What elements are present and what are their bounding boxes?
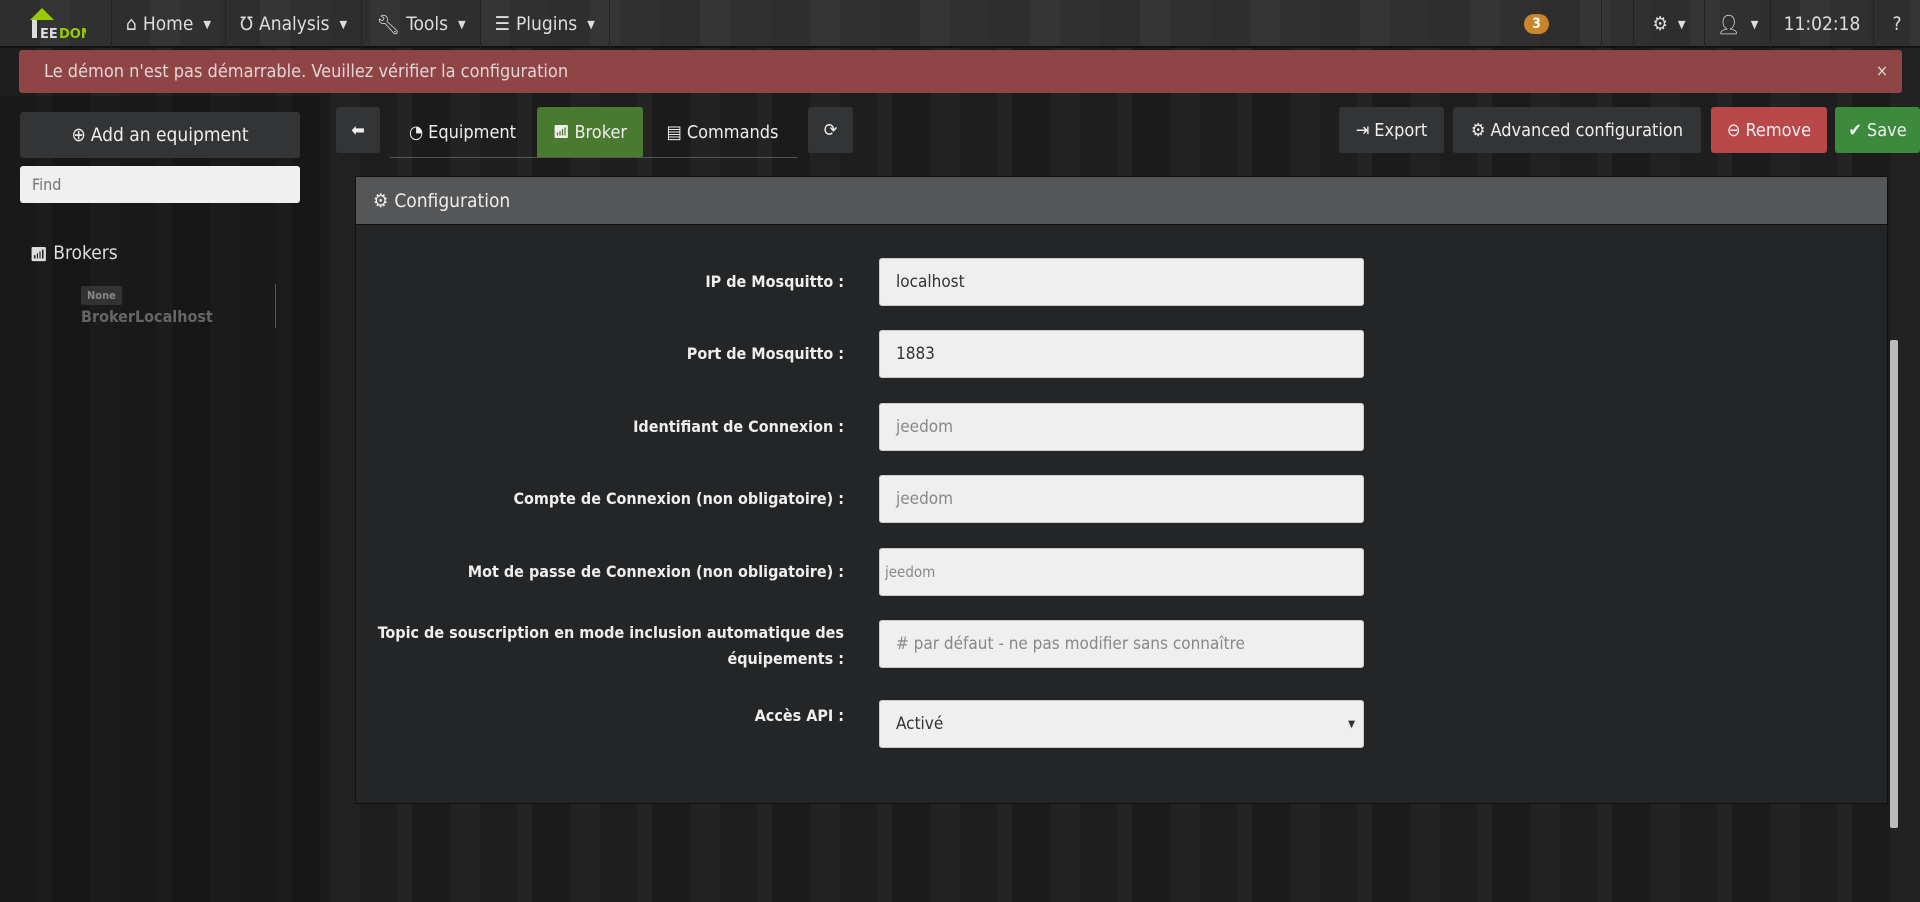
- nav-analysis[interactable]: Ʊ Analysis ▼: [226, 0, 363, 48]
- arrow-circle-left-icon: ⬅: [351, 119, 365, 141]
- clock: 11:02:18: [1771, 0, 1874, 48]
- status-badge: None: [81, 286, 122, 305]
- user-menu[interactable]: 👤︎ ▼: [1705, 0, 1771, 48]
- stethoscope-icon: Ʊ: [239, 13, 254, 35]
- caret-down-icon: ▼: [1677, 17, 1686, 31]
- sign-out-icon: ⇥: [1355, 119, 1370, 141]
- advanced-configuration-button[interactable]: ⚙ Advanced configuration: [1453, 107, 1701, 153]
- navbar: EEDOM ⌂Home▼ ƱAnalysis▼ 🔧︎Tools▼ ☰Plugin…: [0, 0, 1920, 48]
- caret-down-icon: ▼: [458, 17, 466, 31]
- alert-message: Le démon n'est pas démarrable. Veuillez …: [44, 61, 569, 82]
- nav-tools[interactable]: 🔧︎ Tools ▼: [362, 0, 481, 48]
- home-icon: ⌂: [126, 13, 137, 35]
- caret-down-icon: ▼: [587, 17, 595, 31]
- rss-icon: 📶︎: [30, 247, 48, 263]
- check-circle-icon: ✔: [1848, 119, 1862, 141]
- export-button[interactable]: ⇥ Export: [1339, 107, 1444, 153]
- account-input[interactable]: jeedom: [879, 475, 1364, 523]
- daemon-alert: Le démon n'est pas démarrable. Veuillez …: [19, 50, 1902, 93]
- dashboard-icon: ◔: [408, 122, 424, 143]
- nav-spacer: [1602, 0, 1634, 48]
- nav-plugins[interactable]: ☰ Plugins ▼: [481, 0, 610, 48]
- cogs-icon: ⚙: [1652, 13, 1668, 35]
- scrollbar[interactable]: [1890, 340, 1898, 828]
- caret-down-icon: ▼: [1348, 718, 1355, 730]
- user-icon: 👤︎: [1716, 13, 1741, 36]
- cogs-icon: ⚙: [373, 189, 389, 212]
- equipment-item[interactable]: None BrokerLocalhost: [81, 284, 276, 328]
- refresh-button[interactable]: ⟳: [808, 107, 853, 153]
- save-button[interactable]: ✔ Save: [1835, 107, 1920, 153]
- find-input[interactable]: [20, 166, 300, 203]
- svg-text:EE: EE: [40, 27, 58, 42]
- tab-equipment[interactable]: ◔ Equipment: [390, 107, 535, 158]
- configuration-panel: ⚙ Configuration IP de Mosquitto : localhos…: [355, 176, 1888, 804]
- brokers-group: 📶︎ Brokers: [30, 242, 118, 264]
- identifier-input[interactable]: jeedom: [879, 403, 1364, 451]
- notifications[interactable]: 3: [1472, 0, 1602, 48]
- back-button[interactable]: ⬅: [336, 107, 380, 153]
- notification-badge: 3: [1524, 14, 1549, 34]
- refresh-icon: ⟳: [823, 119, 838, 141]
- svg-text:DOM: DOM: [59, 27, 86, 42]
- tab-underline: [390, 157, 797, 158]
- api-select[interactable]: Activé ▼: [879, 700, 1364, 748]
- caret-down-icon: ▼: [339, 17, 348, 31]
- list-alt-icon: ▤: [666, 122, 682, 143]
- nav-home[interactable]: ⌂ Home ▼: [112, 0, 226, 48]
- ip-input[interactable]: localhost: [879, 258, 1364, 306]
- minus-circle-icon: ⊖: [1726, 119, 1741, 141]
- tab-commands[interactable]: ▤ Commands: [650, 107, 795, 158]
- wrench-icon: 🔧︎: [376, 13, 401, 36]
- help-icon[interactable]: ?: [1874, 0, 1920, 48]
- add-equipment-button[interactable]: ⊕ Add an equipment: [20, 112, 300, 158]
- jeedom-logo[interactable]: EEDOM: [0, 0, 112, 48]
- plus-circle-icon: ⊕: [71, 124, 86, 146]
- cogs-icon: ⚙: [1470, 119, 1486, 141]
- remove-button[interactable]: ⊖ Remove: [1711, 107, 1827, 153]
- rss-icon: 📶︎: [552, 125, 570, 140]
- password-input[interactable]: jeedom: [879, 548, 1364, 596]
- panel-header: ⚙ Configuration: [356, 177, 1887, 225]
- settings-menu[interactable]: ⚙ ▼: [1634, 0, 1705, 48]
- sidebar: ⊕Add an equipment 📶︎ Brokers None BrokerL…: [0, 96, 320, 902]
- caret-down-icon: ▼: [1750, 17, 1759, 31]
- close-icon[interactable]: ×: [1876, 61, 1888, 80]
- topic-input[interactable]: # par défaut - ne pas modifier sans conn…: [879, 620, 1364, 668]
- equipment-name: BrokerLocalhost: [81, 307, 213, 326]
- tasks-icon: ☰: [494, 13, 510, 35]
- tab-broker[interactable]: 📶︎ Broker: [537, 107, 643, 158]
- caret-down-icon: ▼: [203, 17, 211, 31]
- port-input[interactable]: 1883: [879, 330, 1364, 378]
